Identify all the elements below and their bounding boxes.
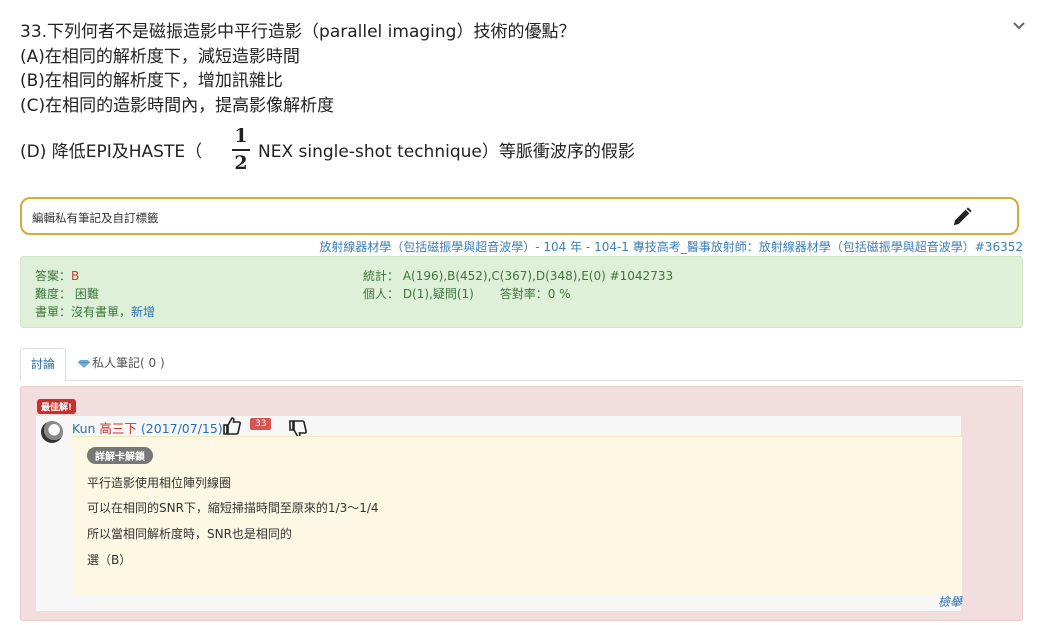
option-c: (C)在相同的造影時間內，提高影像解析度 — [20, 95, 335, 116]
user-rank: 高三下 — [99, 421, 137, 436]
thumbs-up-icon[interactable] — [222, 416, 242, 436]
option-a: (A)在相同的解析度下，減短造影時間 — [20, 46, 300, 67]
question-title: 33.下列何者不是磁振造影中平行造影（parallel imaging）技術的優… — [20, 22, 576, 42]
option-d-suffix: NEX single-shot technique）等脈衝波序的假影 — [258, 142, 635, 162]
fraction: 1 2 — [228, 125, 254, 175]
book-label: 書單：沒有書單， — [35, 305, 132, 319]
username[interactable]: Kun — [72, 421, 95, 436]
answer-panel: 答案：B 難度： 困難 書單：沒有書單，新增 統計： A(196),B(452)… — [20, 256, 1023, 328]
question-block: 33.下列何者不是磁振造影中平行造影（parallel imaging）技術的優… — [20, 20, 1010, 118]
discussion-line: 平行造影使用相位陣列線圈 — [87, 476, 232, 490]
user-line: Kun 高三下 (2017/07/15) — [72, 418, 223, 437]
discussion-panel: 最佳解! Kun 高三下 (2017/07/15) 33 詳解卡解鎖 平行造影使… — [20, 386, 1023, 621]
discussion-line: 可以在相同的SNR下，縮短掃描時間至原來的1/3～1/4 — [87, 501, 379, 515]
fraction-bar — [232, 149, 250, 151]
tab-private-notes[interactable]: 私人筆記( 0 ) — [68, 348, 175, 379]
pencil-icon[interactable] — [951, 206, 973, 228]
avatar[interactable] — [41, 421, 63, 443]
fraction-numerator: 1 — [234, 125, 248, 147]
option-b: (B)在相同的解析度下，增加訊雜比 — [20, 71, 283, 91]
note-label: 編輯私有筆記及自訂標籤 — [32, 211, 159, 225]
tab-private-label: 私人筆記( 0 ) — [92, 356, 165, 370]
post-date: (2017/07/15) — [140, 421, 223, 436]
answer-row: 答案：B — [35, 267, 79, 284]
answer-value: B — [71, 269, 80, 283]
like-count: 33 — [250, 418, 272, 430]
personal-row: 個人： D(1),疑問(1) 答對率：0 % — [363, 285, 571, 302]
discussion-body: 詳解卡解鎖 平行造影使用相位陣列線圈 可以在相同的SNR下，縮短掃描時間至原來的… — [72, 436, 962, 596]
book-add-link[interactable]: 新增 — [131, 305, 155, 319]
tab-bar: 討論 私人筆記( 0 ) — [20, 348, 1023, 381]
option-d: (D) 降低EPI及HASTE（ 1 2 NEX single-shot tec… — [20, 125, 720, 175]
private-note-box[interactable]: 編輯私有筆記及自訂標籤 — [20, 197, 1019, 235]
personal-stats: 個人： D(1),疑問(1) — [363, 287, 474, 301]
source-link[interactable]: 放射線器材學（包括磁振學與超音波學）- 104 年 - 104-1 專技高考_醫… — [319, 238, 1023, 255]
tab-discussion[interactable]: 討論 — [20, 348, 67, 381]
chevron-down-icon[interactable] — [1011, 18, 1027, 34]
option-d-prefix: (D) 降低EPI及HASTE（ — [20, 142, 203, 162]
discussion-line: 選（B） — [87, 553, 132, 567]
stats: 統計： A(196),B(452),C(367),D(348),E(0) #10… — [363, 269, 674, 283]
difficulty: 難度： 困難 — [35, 287, 99, 301]
gem-icon — [78, 360, 90, 368]
explanation-tag: 詳解卡解鎖 — [87, 447, 153, 464]
discussion-card: Kun 高三下 (2017/07/15) 33 詳解卡解鎖 平行造影使用相位陣列… — [35, 415, 962, 612]
fraction-denominator: 2 — [234, 151, 248, 174]
report-link[interactable]: 檢舉 — [938, 593, 962, 610]
answer-label: 答案： — [35, 269, 72, 283]
book-row: 書單：沒有書單，新增 — [35, 303, 155, 320]
discussion-line: 所以當相同解析度時，SNR也是相同的 — [87, 527, 292, 541]
best-answer-badge: 最佳解! — [37, 399, 77, 414]
accuracy: 答對率：0 % — [499, 287, 571, 301]
